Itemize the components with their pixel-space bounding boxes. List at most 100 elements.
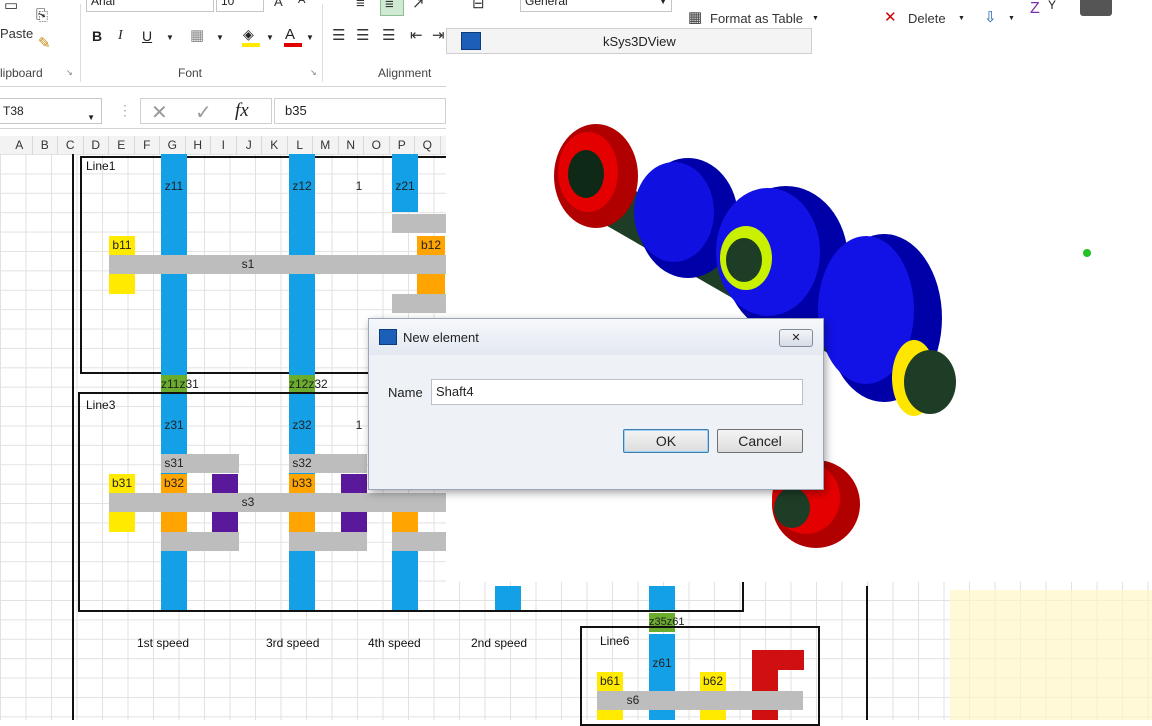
name-box[interactable]: T38 ▼ xyxy=(0,98,102,124)
column-header-k[interactable]: K xyxy=(262,136,288,154)
grow-font-button[interactable]: A xyxy=(274,0,283,9)
fill-color-button[interactable]: ◈ xyxy=(240,26,262,48)
column-header-c[interactable]: C xyxy=(58,136,84,154)
cell-z31[interactable]: z31 xyxy=(161,416,187,435)
column-header-e[interactable]: E xyxy=(109,136,135,154)
bold-button[interactable]: B xyxy=(92,28,102,44)
shaft-s1-bar xyxy=(109,255,446,274)
delete-cells-icon[interactable]: ✕ xyxy=(884,8,897,28)
column-header-g[interactable]: G xyxy=(160,136,186,154)
name-input[interactable]: Shaft4 xyxy=(431,379,803,405)
clipboard-launcher-icon[interactable]: ↘ xyxy=(66,68,73,77)
ok-button[interactable]: OK xyxy=(623,429,709,453)
cell-z61[interactable]: z61 xyxy=(649,654,675,673)
column-header-b[interactable]: B xyxy=(33,136,58,154)
cell-s1[interactable]: s1 xyxy=(236,255,260,274)
column-header-f[interactable]: F xyxy=(135,136,160,154)
borders-icon[interactable]: ▦ xyxy=(190,26,204,46)
dialog-titlebar[interactable]: New element ✕ xyxy=(369,319,823,355)
column-header-n[interactable]: N xyxy=(339,136,364,154)
format-as-table-icon[interactable]: ▦ xyxy=(688,8,702,28)
new-element-dialog[interactable]: New element ✕ Name Shaft4 OK Cancel xyxy=(368,318,824,490)
align-right-icon[interactable]: ☰ xyxy=(382,26,395,46)
increase-indent-icon[interactable]: ⇥ xyxy=(432,26,445,46)
delete-dropdown-icon[interactable]: ▼ xyxy=(958,15,965,22)
yellow-block xyxy=(109,512,135,532)
cell-b32[interactable]: b32 xyxy=(161,474,187,493)
column-header-q[interactable]: Q xyxy=(415,136,441,154)
underline-dropdown-icon[interactable]: ▼ xyxy=(166,33,174,42)
red-block xyxy=(752,650,804,670)
filter-funnel-icon[interactable]: Y xyxy=(1048,0,1056,12)
format-as-table-button[interactable]: Format as Table xyxy=(710,11,803,26)
column-header-l[interactable]: L xyxy=(288,136,313,154)
font-name-box[interactable]: Arial xyxy=(86,0,214,12)
formula-bar: T38 ▼ ⋮ ✕ ✓ fx b35 xyxy=(0,94,446,129)
column-header-p[interactable]: P xyxy=(390,136,415,154)
column-header-j[interactable]: J xyxy=(237,136,262,154)
font-launcher-icon[interactable]: ↘ xyxy=(310,68,317,77)
fill-down-icon[interactable]: ⇩ xyxy=(984,8,997,28)
format-painter-icon[interactable]: ✎ xyxy=(38,34,51,54)
cell-z11[interactable]: z11 xyxy=(161,177,187,196)
align-center-icon[interactable]: ☰ xyxy=(356,26,369,46)
cell-b11[interactable]: b11 xyxy=(109,236,135,255)
cell-s3[interactable]: s3 xyxy=(236,493,260,512)
decrease-indent-icon[interactable]: ⇤ xyxy=(410,26,423,46)
cell-b62[interactable]: b62 xyxy=(700,672,726,691)
cell-z21[interactable]: z21 xyxy=(392,177,418,196)
font-color-dropdown-icon[interactable]: ▼ xyxy=(306,33,314,42)
column-header-o[interactable]: O xyxy=(364,136,390,154)
orientation-icon[interactable]: ↗ xyxy=(412,0,425,14)
fill-dropdown-icon[interactable]: ▼ xyxy=(1008,15,1015,22)
cell-s6[interactable]: s6 xyxy=(622,691,644,710)
align-top-icon[interactable]: ≡ xyxy=(356,0,365,14)
line3-title: Line3 xyxy=(86,398,116,412)
cell-b31[interactable]: b31 xyxy=(109,474,135,493)
formula-input[interactable]: b35 xyxy=(274,98,446,124)
sort-filter-icon[interactable]: Z xyxy=(1030,0,1040,18)
cell-s31[interactable]: s31 xyxy=(161,454,187,473)
3d-view-titlebar[interactable]: kSys3DView xyxy=(446,28,812,54)
fill-dropdown-icon[interactable]: ▼ xyxy=(266,33,274,42)
region-border-line xyxy=(866,586,868,720)
borders-dropdown-icon[interactable]: ▼ xyxy=(216,33,224,42)
column-header-i[interactable]: I xyxy=(211,136,237,154)
delete-button[interactable]: Delete xyxy=(908,11,946,26)
cell-z12[interactable]: z12 xyxy=(289,177,315,196)
find-select-icon[interactable] xyxy=(1080,0,1112,16)
dialog-close-button[interactable]: ✕ xyxy=(779,329,813,347)
shrink-font-button[interactable]: A xyxy=(298,0,305,6)
enter-formula-icon[interactable]: ✓ xyxy=(195,100,212,125)
ksys-3d-view-window[interactable] xyxy=(446,28,1152,582)
wrap-icon[interactable]: ⊟ xyxy=(472,0,485,14)
align-left-icon[interactable]: ☰ xyxy=(332,26,345,46)
font-color-button[interactable]: A xyxy=(282,26,304,48)
clipboard-icon[interactable]: ▭ xyxy=(4,0,18,16)
column-header-m[interactable]: M xyxy=(313,136,339,154)
cancel-button[interactable]: Cancel xyxy=(717,429,803,453)
align-middle-button[interactable]: ≡ xyxy=(380,0,404,16)
ksys-app-icon xyxy=(461,32,481,50)
cell-one-line1[interactable]: 1 xyxy=(346,177,372,196)
cell-z32[interactable]: z32 xyxy=(289,416,315,435)
underline-button[interactable]: U xyxy=(142,28,152,44)
copy-icon[interactable]: ⎘ xyxy=(36,6,48,26)
font-size-box[interactable]: 10 xyxy=(216,0,264,12)
paste-button-label[interactable]: Paste xyxy=(0,26,33,41)
format-as-table-dropdown-icon[interactable]: ▼ xyxy=(812,15,819,22)
purple-block xyxy=(341,512,367,532)
cell-b12[interactable]: b12 xyxy=(417,236,445,255)
cancel-formula-icon[interactable]: ✕ xyxy=(151,100,168,125)
gray-block xyxy=(392,294,446,313)
cell-s32[interactable]: s32 xyxy=(289,454,315,473)
cell-b61[interactable]: b61 xyxy=(597,672,623,691)
insert-function-icon[interactable]: fx xyxy=(235,100,249,122)
number-format-dropdown-icon: ▼ xyxy=(659,0,667,6)
column-header-d[interactable]: D xyxy=(84,136,109,154)
italic-button[interactable]: I xyxy=(118,28,123,44)
number-format-box[interactable]: General ▼ xyxy=(520,0,672,12)
column-header-h[interactable]: H xyxy=(186,136,211,154)
column-header-a[interactable]: A xyxy=(7,136,33,154)
cell-b33[interactable]: b33 xyxy=(289,474,315,493)
